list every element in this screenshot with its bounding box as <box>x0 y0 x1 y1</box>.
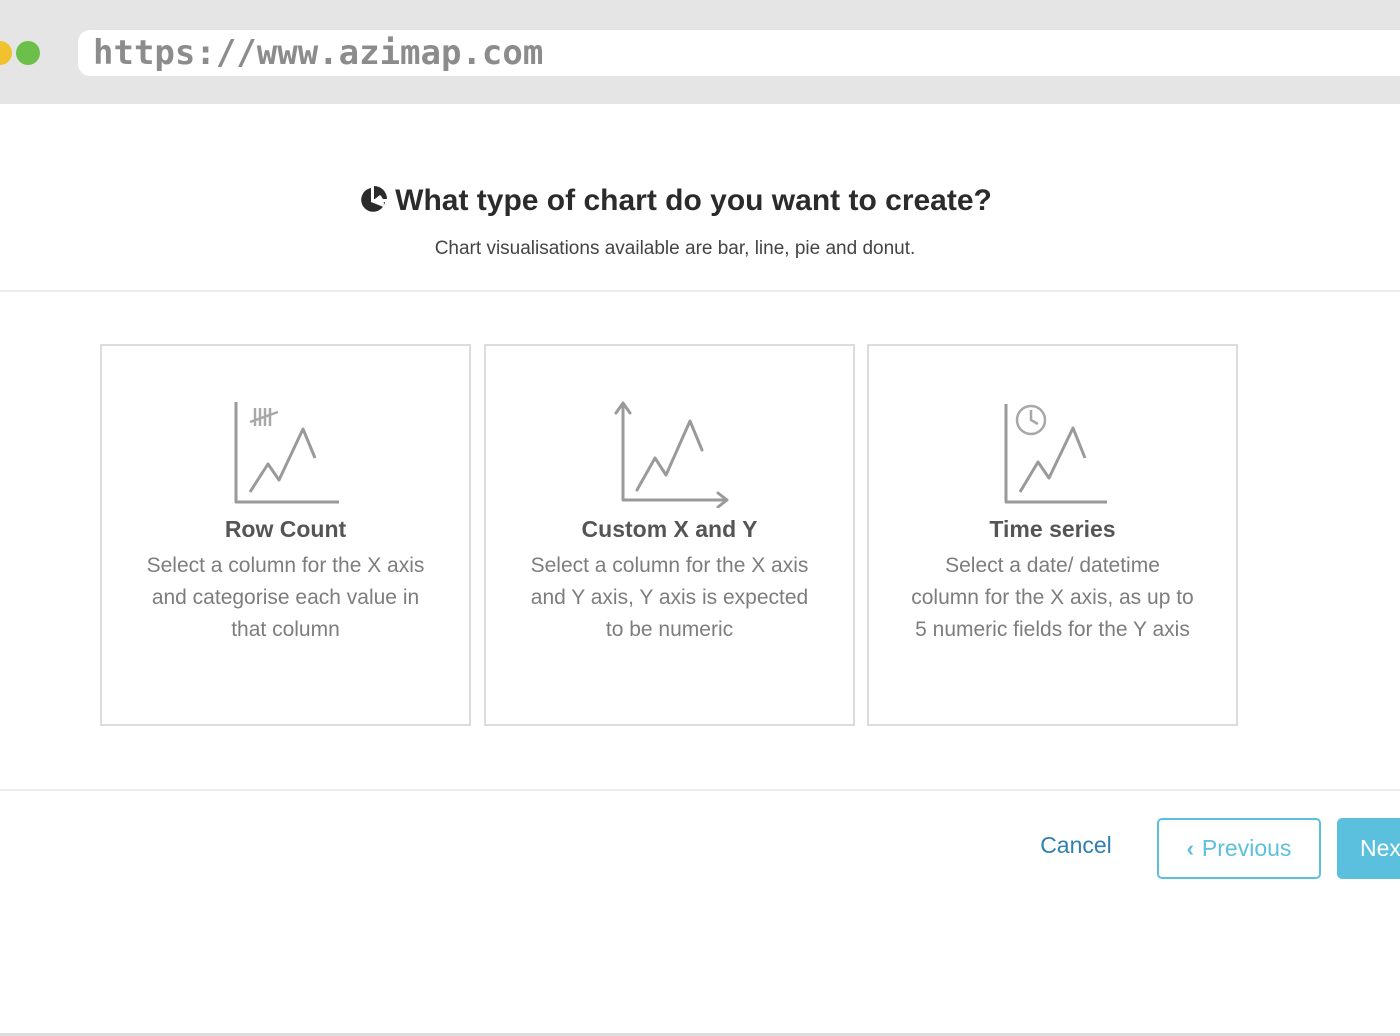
address-bar[interactable]: https://www.azimap.com <box>78 30 1400 76</box>
next-button[interactable]: Next <box>1337 818 1400 879</box>
row-count-chart-icon <box>234 402 339 504</box>
card-title: Custom X and Y <box>581 516 758 542</box>
card-title: Row Count <box>224 516 347 542</box>
pie-chart-icon <box>361 186 388 212</box>
chart-type-card-time-series[interactable]: Time series Select a date/ datetime colu… <box>867 344 1238 726</box>
previous-button-label: Previous <box>1201 835 1292 861</box>
time-series-chart-icon <box>1004 404 1107 504</box>
chart-type-card-row-count[interactable]: Row Count Select a column for the X axis… <box>100 344 471 726</box>
page-subtitle: Chart visualisations available are bar, … <box>434 238 916 259</box>
card-description: Select a column for the X axis and Y axi… <box>530 554 809 641</box>
card-description: Select a column for the X axis and categ… <box>146 554 425 641</box>
card-title: Time series <box>989 516 1116 542</box>
chevron-left-icon: ‹ <box>1186 835 1194 861</box>
maximize-window-button[interactable] <box>16 41 40 65</box>
url-text: https://www.azimap.com <box>93 33 544 73</box>
dialog-header: What type of chart do you want to create… <box>0 104 1400 292</box>
chart-type-card-custom-xy[interactable]: Custom X and Y Select a column for the X… <box>484 344 855 726</box>
browser-chrome: https://www.azimap.com <box>0 0 1400 104</box>
cancel-button[interactable]: Cancel <box>1020 832 1132 866</box>
previous-button[interactable]: ‹ Previous <box>1157 818 1321 879</box>
title-row: What type of chart do you want to create… <box>0 184 1350 218</box>
next-button-label: Next <box>1360 835 1400 861</box>
card-description: Select a date/ datetime column for the X… <box>911 554 1194 641</box>
page-title: What type of chart do you want to create… <box>395 184 992 217</box>
minimize-window-button[interactable] <box>0 41 12 65</box>
footer-divider <box>0 789 1400 791</box>
custom-xy-chart-icon <box>614 401 729 508</box>
